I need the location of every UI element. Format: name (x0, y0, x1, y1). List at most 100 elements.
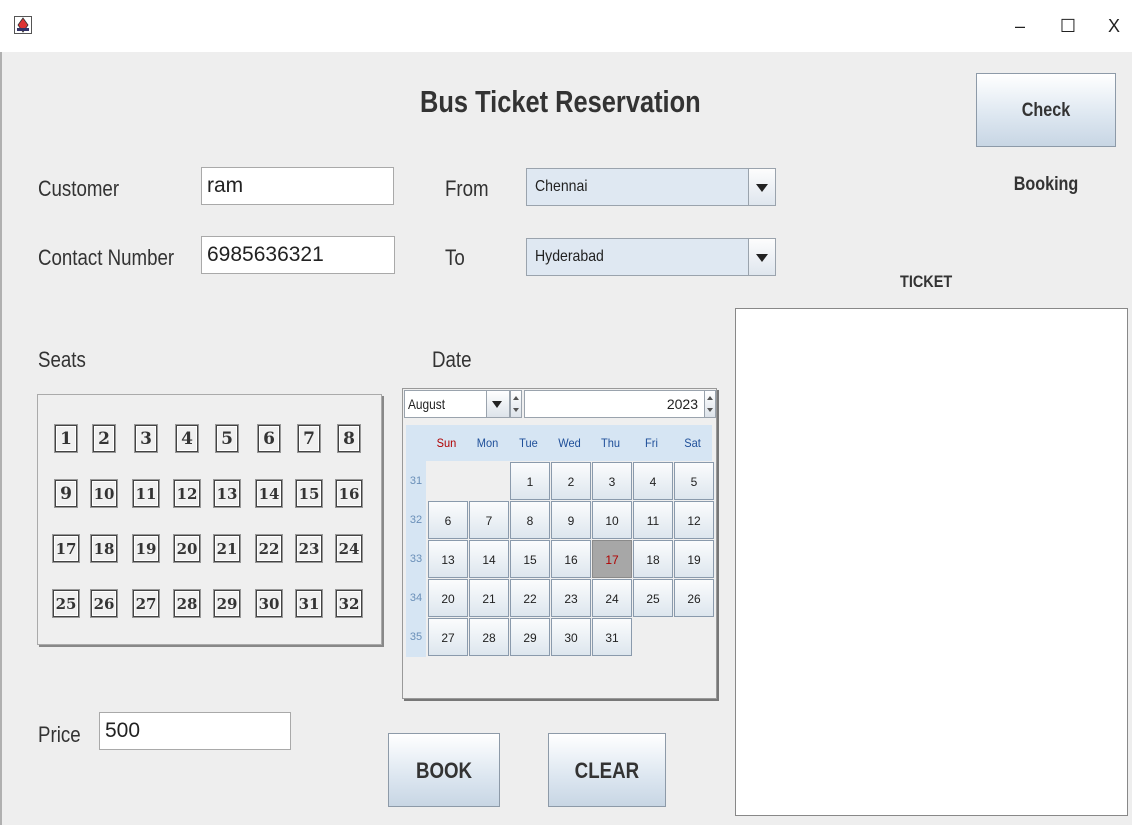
year-spinner[interactable] (704, 390, 716, 418)
seat-button[interactable]: 25 (53, 590, 79, 617)
week-number: 35 (409, 631, 423, 643)
calendar-day[interactable]: 20 (428, 579, 468, 617)
price-field[interactable]: 500 (99, 712, 291, 750)
window-left-border (0, 52, 2, 825)
calendar-day[interactable]: 11 (633, 501, 673, 539)
check-booking-button[interactable]: Check Booking (976, 73, 1116, 195)
clear-button[interactable]: CLEAR (548, 733, 666, 807)
calendar-day[interactable]: 23 (551, 579, 591, 617)
seat-button[interactable]: 19 (133, 535, 159, 562)
seat-button[interactable]: 13 (214, 480, 240, 507)
week-number: 31 (409, 475, 423, 487)
seat-button[interactable]: 5 (216, 425, 238, 452)
calendar-day[interactable]: 19 (674, 540, 714, 578)
seat-button[interactable]: 22 (256, 535, 282, 562)
calendar-day[interactable]: 15 (510, 540, 550, 578)
java-app-icon (14, 16, 32, 34)
calendar-day[interactable]: 29 (510, 618, 550, 656)
calendar-day[interactable]: 13 (428, 540, 468, 578)
seat-button[interactable]: 9 (55, 480, 77, 507)
seat-button[interactable]: 12 (174, 480, 200, 507)
seat-button[interactable]: 2 (93, 425, 115, 452)
seat-button[interactable]: 31 (296, 590, 322, 617)
seat-button[interactable]: 11 (133, 480, 159, 507)
month-spinner[interactable] (510, 390, 522, 418)
book-button[interactable]: BOOK (388, 733, 500, 807)
calendar-day[interactable]: 10 (592, 501, 632, 539)
seat-button[interactable]: 6 (258, 425, 280, 452)
seat-button[interactable]: 10 (91, 480, 117, 507)
weekday-header: Sun Mon Tue Wed Thu Fri Sat (426, 425, 712, 461)
seat-button[interactable]: 18 (91, 535, 117, 562)
year-field[interactable]: 2023 (524, 390, 705, 418)
price-label: Price (38, 722, 81, 747)
calendar-day[interactable]: 22 (510, 579, 550, 617)
chevron-down-icon[interactable] (486, 391, 509, 417)
calendar-day[interactable]: 25 (633, 579, 673, 617)
seat-button[interactable]: 16 (336, 480, 362, 507)
seat-button[interactable]: 21 (214, 535, 240, 562)
seat-button[interactable]: 24 (336, 535, 362, 562)
to-dropdown[interactable]: Hyderabad (526, 238, 776, 276)
calendar-day[interactable]: 5 (674, 462, 714, 500)
seat-button[interactable]: 14 (256, 480, 282, 507)
seat-button[interactable]: 29 (214, 590, 240, 617)
calendar-day[interactable]: 21 (469, 579, 509, 617)
seat-button[interactable]: 4 (176, 425, 198, 452)
calendar-day[interactable]: 7 (469, 501, 509, 539)
close-button[interactable]: X (1096, 12, 1132, 40)
calendar-day[interactable]: 2 (551, 462, 591, 500)
seat-button[interactable]: 26 (91, 590, 117, 617)
calendar-day[interactable]: 27 (428, 618, 468, 656)
minimize-button[interactable]: – (1002, 12, 1038, 40)
spinner-down-icon[interactable] (707, 408, 713, 412)
seat-button[interactable]: 3 (135, 425, 157, 452)
maximize-button[interactable]: ☐ (1050, 12, 1086, 40)
calendar-day[interactable]: 8 (510, 501, 550, 539)
seat-button[interactable]: 23 (296, 535, 322, 562)
calendar-day[interactable]: 14 (469, 540, 509, 578)
calendar-day[interactable]: 9 (551, 501, 591, 539)
calendar-day[interactable]: 28 (469, 618, 509, 656)
contact-number-label: Contact Number (38, 245, 175, 270)
calendar-day[interactable]: 30 (551, 618, 591, 656)
month-value: August (408, 396, 446, 412)
seat-button[interactable]: 27 (133, 590, 159, 617)
calendar-day[interactable]: 26 (674, 579, 714, 617)
window-title-bar (0, 0, 1132, 52)
seat-button[interactable]: 30 (256, 590, 282, 617)
week-number: 34 (409, 592, 423, 604)
page-title: Bus Ticket Reservation (420, 84, 701, 119)
calendar-day[interactable]: 6 (428, 501, 468, 539)
spinner-up-icon[interactable] (513, 396, 519, 400)
chevron-down-icon[interactable] (748, 239, 775, 275)
calendar-day[interactable]: 1 (510, 462, 550, 500)
calendar-day[interactable]: 16 (551, 540, 591, 578)
calendar-day[interactable]: 12 (674, 501, 714, 539)
contact-number-field[interactable]: 6985636321 (201, 236, 395, 274)
calendar-day[interactable]: 24 (592, 579, 632, 617)
chevron-down-icon[interactable] (748, 169, 775, 205)
calendar-day[interactable]: 31 (592, 618, 632, 656)
month-dropdown[interactable]: August (404, 390, 510, 418)
from-selected-value: Chennai (535, 178, 588, 195)
from-dropdown[interactable]: Chennai (526, 168, 776, 206)
weekday-label: Fri (645, 436, 658, 450)
spinner-down-icon[interactable] (513, 408, 519, 412)
seat-button[interactable]: 20 (174, 535, 200, 562)
seat-button[interactable]: 15 (296, 480, 322, 507)
calendar-day[interactable]: 3 (592, 462, 632, 500)
seat-button[interactable]: 8 (338, 425, 360, 452)
seat-button[interactable]: 1 (55, 425, 77, 452)
calendar-day[interactable]: 18 (633, 540, 673, 578)
seat-button[interactable]: 28 (174, 590, 200, 617)
customer-field[interactable]: ram (201, 167, 394, 205)
seat-button[interactable]: 17 (53, 535, 79, 562)
seat-button[interactable]: 32 (336, 590, 362, 617)
calendar-day[interactable]: 17 (592, 540, 632, 578)
to-selected-value: Hyderabad (535, 248, 604, 265)
calendar-day[interactable]: 4 (633, 462, 673, 500)
seat-button[interactable]: 7 (298, 425, 320, 452)
ticket-text-area[interactable] (735, 308, 1128, 816)
spinner-up-icon[interactable] (707, 396, 713, 400)
